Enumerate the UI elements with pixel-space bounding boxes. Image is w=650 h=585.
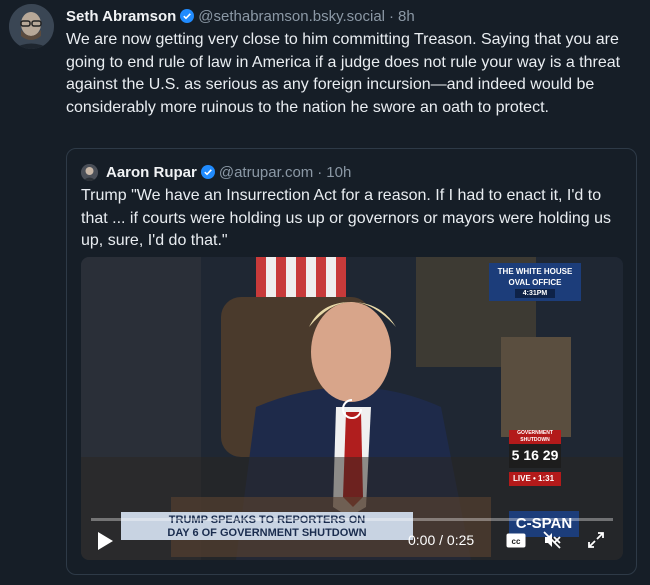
post-card[interactable]: Seth Abramson @sethabramson.bsky.social … [0,0,650,585]
local-time: 4:31PM [515,289,555,298]
play-button[interactable] [96,531,114,551]
shutdown-label: GOVERNMENT SHUTDOWN [509,430,561,444]
location-line2: OVAL OFFICE [508,278,562,287]
verified-badge-icon [180,9,195,23]
progress-bar[interactable] [91,518,613,521]
verified-badge-icon [200,165,215,179]
post-timestamp[interactable]: 8h [398,8,415,25]
post-header: Seth Abramson @sethabramson.bsky.social … [66,6,415,26]
time-display: 0:00 / 0:25 [408,532,475,548]
live-time: 1:31 [538,474,555,483]
quoted-author-avatar[interactable] [81,163,98,181]
live-indicator: LIVE • 1:31 [509,472,561,486]
separator-dot: · [317,163,323,181]
author-handle[interactable]: @sethabramson.bsky.social [198,8,385,25]
loading-spinner-icon [340,397,364,421]
video-player[interactable]: THE WHITE HOUSE OVAL OFFICE 4:31PM GOVER… [81,257,623,560]
live-label: LIVE • [513,474,536,483]
muted-speaker-icon [543,531,561,549]
location-line1: THE WHITE HOUSE [497,267,573,276]
separator-dot: · [389,7,394,25]
quoted-post-timestamp[interactable]: 10h [326,164,351,181]
cc-label: cc [512,537,521,546]
quoted-author-handle[interactable]: @atrupar.com [219,164,313,181]
mute-button[interactable] [542,530,562,550]
fullscreen-icon [588,532,604,548]
location-graphic: THE WHITE HOUSE OVAL OFFICE 4:31PM [489,263,581,301]
captions-button[interactable]: cc [506,533,526,548]
author-avatar[interactable] [9,4,54,49]
fullscreen-button[interactable] [586,530,606,550]
quoted-post-text: Trump "We have an Insurrection Act for a… [81,187,612,249]
quoted-post[interactable]: Aaron Rupar @atrupar.com · 10h Trump "We… [66,148,637,575]
quoted-author-name[interactable]: Aaron Rupar [106,164,197,181]
video-controls: 0:00 / 0:25 cc [81,514,623,560]
post-text: We are now getting very close to him com… [66,31,621,116]
quoted-post-header: Aaron Rupar @atrupar.com · 10h [81,162,351,182]
captions-icon: cc [506,533,526,548]
play-icon [98,532,113,550]
shutdown-clock: GOVERNMENT SHUTDOWN 5 16 29 LIVE • 1:31 [509,430,561,492]
shutdown-counter: 5 16 29 [509,444,561,468]
author-name[interactable]: Seth Abramson [66,8,176,25]
